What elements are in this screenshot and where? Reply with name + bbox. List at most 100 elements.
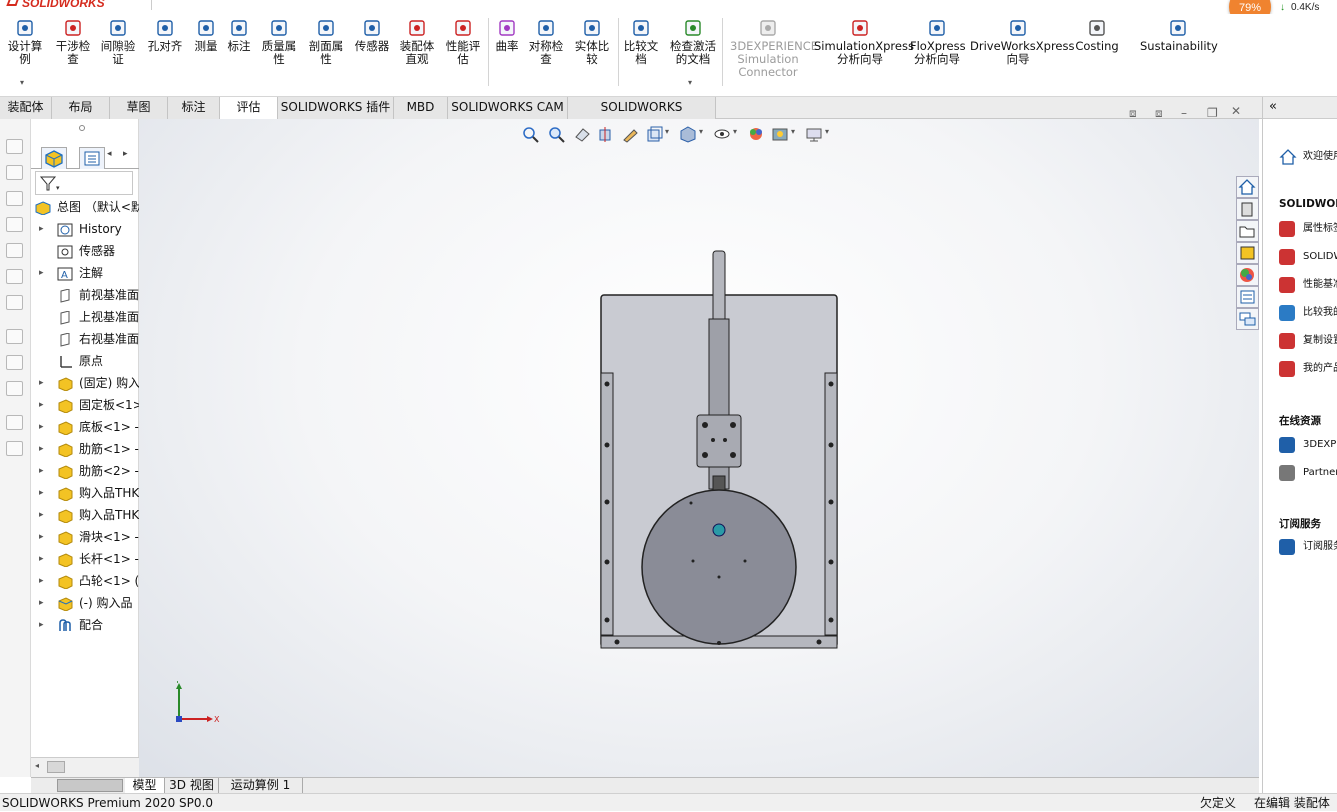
tree-node[interactable]: ▸ 凸轮<1> (: [31, 570, 139, 592]
toolbar-icon-7[interactable]: [6, 295, 23, 310]
view-orientation-icon[interactable]: [645, 125, 663, 143]
expand-arrow-icon[interactable]: ▸: [39, 526, 44, 548]
ribbon-button-measure[interactable]: 测量: [192, 18, 220, 53]
tab-4[interactable]: 评估: [220, 97, 278, 119]
ribbon-button-mass-properties[interactable]: 质量属性: [258, 18, 300, 66]
ribbon-button-curvature[interactable]: 曲率: [492, 18, 522, 53]
bottom-tab-2[interactable]: 运动算例 1: [219, 778, 303, 794]
expand-arrow-icon[interactable]: ▸: [39, 570, 44, 592]
tree-node[interactable]: ▸ 购入品THK: [31, 504, 139, 526]
task-pane-link[interactable]: 复制设置: [1279, 331, 1337, 351]
expand-arrow-icon[interactable]: ▸: [39, 394, 44, 416]
hide-show-items-icon[interactable]: [713, 125, 731, 143]
task-pane-resources-tab[interactable]: [1236, 198, 1259, 220]
tree-node[interactable]: ▸ 配合: [31, 614, 139, 636]
scroll-left-arrow-icon[interactable]: ◂: [35, 761, 39, 770]
task-pane-link[interactable]: Partner: [1279, 463, 1337, 483]
view-settings-icon[interactable]: [805, 125, 823, 143]
property-manager-tab[interactable]: [79, 147, 105, 169]
expand-arrow-icon[interactable]: ▸: [39, 504, 44, 526]
tree-node[interactable]: ▸ 滑块<1> -: [31, 526, 139, 548]
task-pane-view-palette-tab[interactable]: [1236, 242, 1259, 264]
chevron-down-icon[interactable]: ▾: [699, 127, 703, 136]
expand-arrow-icon[interactable]: ▸: [39, 460, 44, 482]
previous-view-icon[interactable]: [573, 125, 591, 143]
ribbon-button-symmetry-check[interactable]: 对称检查: [524, 18, 568, 66]
task-pane-forum-tab[interactable]: [1236, 308, 1259, 330]
tree-node[interactable]: ▸ (-) 购入品: [31, 592, 139, 614]
tree-node[interactable]: 右视基准面: [31, 328, 139, 350]
chevron-down-icon[interactable]: ▾: [825, 127, 829, 136]
feature-manager-tab[interactable]: [41, 147, 67, 169]
task-pane-link[interactable]: 比较我的: [1279, 303, 1337, 323]
bottom-tab-1[interactable]: 3D 视图: [165, 778, 219, 794]
tree-node[interactable]: ▸ (固定) 购入: [31, 372, 139, 394]
toolbar-icon-4[interactable]: [6, 217, 23, 232]
task-pane-home-tab[interactable]: [1236, 176, 1259, 198]
assembly-model-view[interactable]: [589, 247, 849, 652]
roller-follower[interactable]: [712, 475, 726, 491]
section-view-icon[interactable]: [597, 125, 615, 143]
graphics-area[interactable]: ⧈ ⧈ – ❐ ✕ ▾ ▾ ▾ ▾ ▾ X: [139, 104, 1259, 777]
tab-6[interactable]: MBD: [394, 97, 448, 119]
tab-8[interactable]: SOLIDWORKS Inspection: [568, 97, 716, 135]
tab-scroll-left-icon[interactable]: ◂: [107, 149, 112, 159]
ribbon-button-check-active-document[interactable]: 检查激活 的文档: [664, 18, 722, 66]
ribbon-button-markup[interactable]: 标注: [224, 18, 254, 53]
expand-arrow-icon[interactable]: ▸: [39, 614, 44, 636]
tab-scroll-buttons[interactable]: [57, 779, 123, 792]
expand-arrow-icon[interactable]: ▸: [39, 592, 44, 614]
toolbar-icon-6[interactable]: [6, 269, 23, 284]
dynamic-annotation-icon[interactable]: [621, 125, 639, 143]
toolbar-icon-3[interactable]: [6, 191, 23, 206]
ribbon-button-interference-check[interactable]: 干涉检查: [54, 18, 92, 66]
chevron-down-icon[interactable]: ▾: [791, 127, 795, 136]
bottom-tab-0[interactable]: 模型: [125, 778, 165, 794]
apply-scene-icon[interactable]: [771, 125, 789, 143]
tab-2[interactable]: 草图: [110, 97, 168, 119]
restore-panel-left-icon[interactable]: ⧈: [1129, 106, 1137, 121]
tab-1[interactable]: 布局: [52, 97, 110, 119]
tree-node[interactable]: ▸ 购入品THK: [31, 482, 139, 504]
tree-root-assembly[interactable]: 总图 （默认<默: [31, 196, 139, 218]
collapse-double-chevron-icon[interactable]: «: [1269, 99, 1277, 114]
tab-0[interactable]: 装配体: [0, 97, 52, 119]
zoom-to-area-icon[interactable]: [547, 125, 565, 143]
tree-node[interactable]: ▸ 肋筋<1> -: [31, 438, 139, 460]
task-pane-link[interactable]: 性能基准: [1279, 275, 1337, 295]
tab-scroll-right-icon[interactable]: ▸: [123, 149, 128, 159]
task-pane-custom-properties-tab[interactable]: [1236, 286, 1259, 308]
toolbar-icon-11[interactable]: [6, 415, 23, 430]
ribbon-button-floxpress[interactable]: FloXpress 分析向导: [910, 18, 966, 66]
ribbon-button-3dexperience[interactable]: 3DEXPERIENCE Simulation Connector: [730, 18, 818, 79]
restore-panel-right-icon[interactable]: ⧈: [1155, 106, 1163, 121]
toolbar-icon-2[interactable]: [6, 165, 23, 180]
expand-arrow-icon[interactable]: ▸: [39, 482, 44, 504]
maximize-icon[interactable]: ❐: [1207, 106, 1218, 120]
tree-node[interactable]: 原点: [31, 350, 139, 372]
expand-arrow-icon[interactable]: ▸: [39, 218, 44, 240]
task-pane-link[interactable]: 3DEXPERIENCE: [1279, 435, 1337, 455]
expand-arrow-icon[interactable]: ▸: [39, 548, 44, 570]
tree-node[interactable]: ▸ 固定板<1>: [31, 394, 139, 416]
close-icon[interactable]: ✕: [1231, 104, 1241, 118]
task-pane-appearances-tab[interactable]: [1236, 264, 1259, 286]
ribbon-button-performance-evaluation[interactable]: 性能评估: [442, 18, 484, 66]
expand-arrow-icon[interactable]: ▸: [39, 372, 44, 394]
chevron-down-icon[interactable]: ▾: [665, 127, 669, 136]
chevron-down-icon[interactable]: ▾: [20, 78, 24, 87]
tree-node[interactable]: ▸ A 注解: [31, 262, 139, 284]
ribbon-button-costing[interactable]: Costing: [1074, 18, 1120, 53]
toolbar-icon-1[interactable]: [6, 139, 23, 154]
ribbon-button-sensor[interactable]: 传感器: [350, 18, 394, 53]
toolbar-icon-5[interactable]: [6, 243, 23, 258]
tab-3[interactable]: 标注: [168, 97, 220, 119]
panel-grip-icon[interactable]: [79, 125, 85, 131]
ribbon-button-clearance-verification[interactable]: 间隙验证: [98, 18, 138, 66]
task-pane-file-explorer-tab[interactable]: [1236, 220, 1259, 242]
expand-arrow-icon[interactable]: ▸: [39, 416, 44, 438]
tab-7[interactable]: SOLIDWORKS CAM: [448, 97, 568, 119]
solidworks-logo[interactable]: SOLIDWORKS: [0, 0, 152, 10]
ribbon-button-sustainability[interactable]: Sustainability: [1140, 18, 1218, 53]
tree-node[interactable]: 前视基准面: [31, 284, 139, 306]
